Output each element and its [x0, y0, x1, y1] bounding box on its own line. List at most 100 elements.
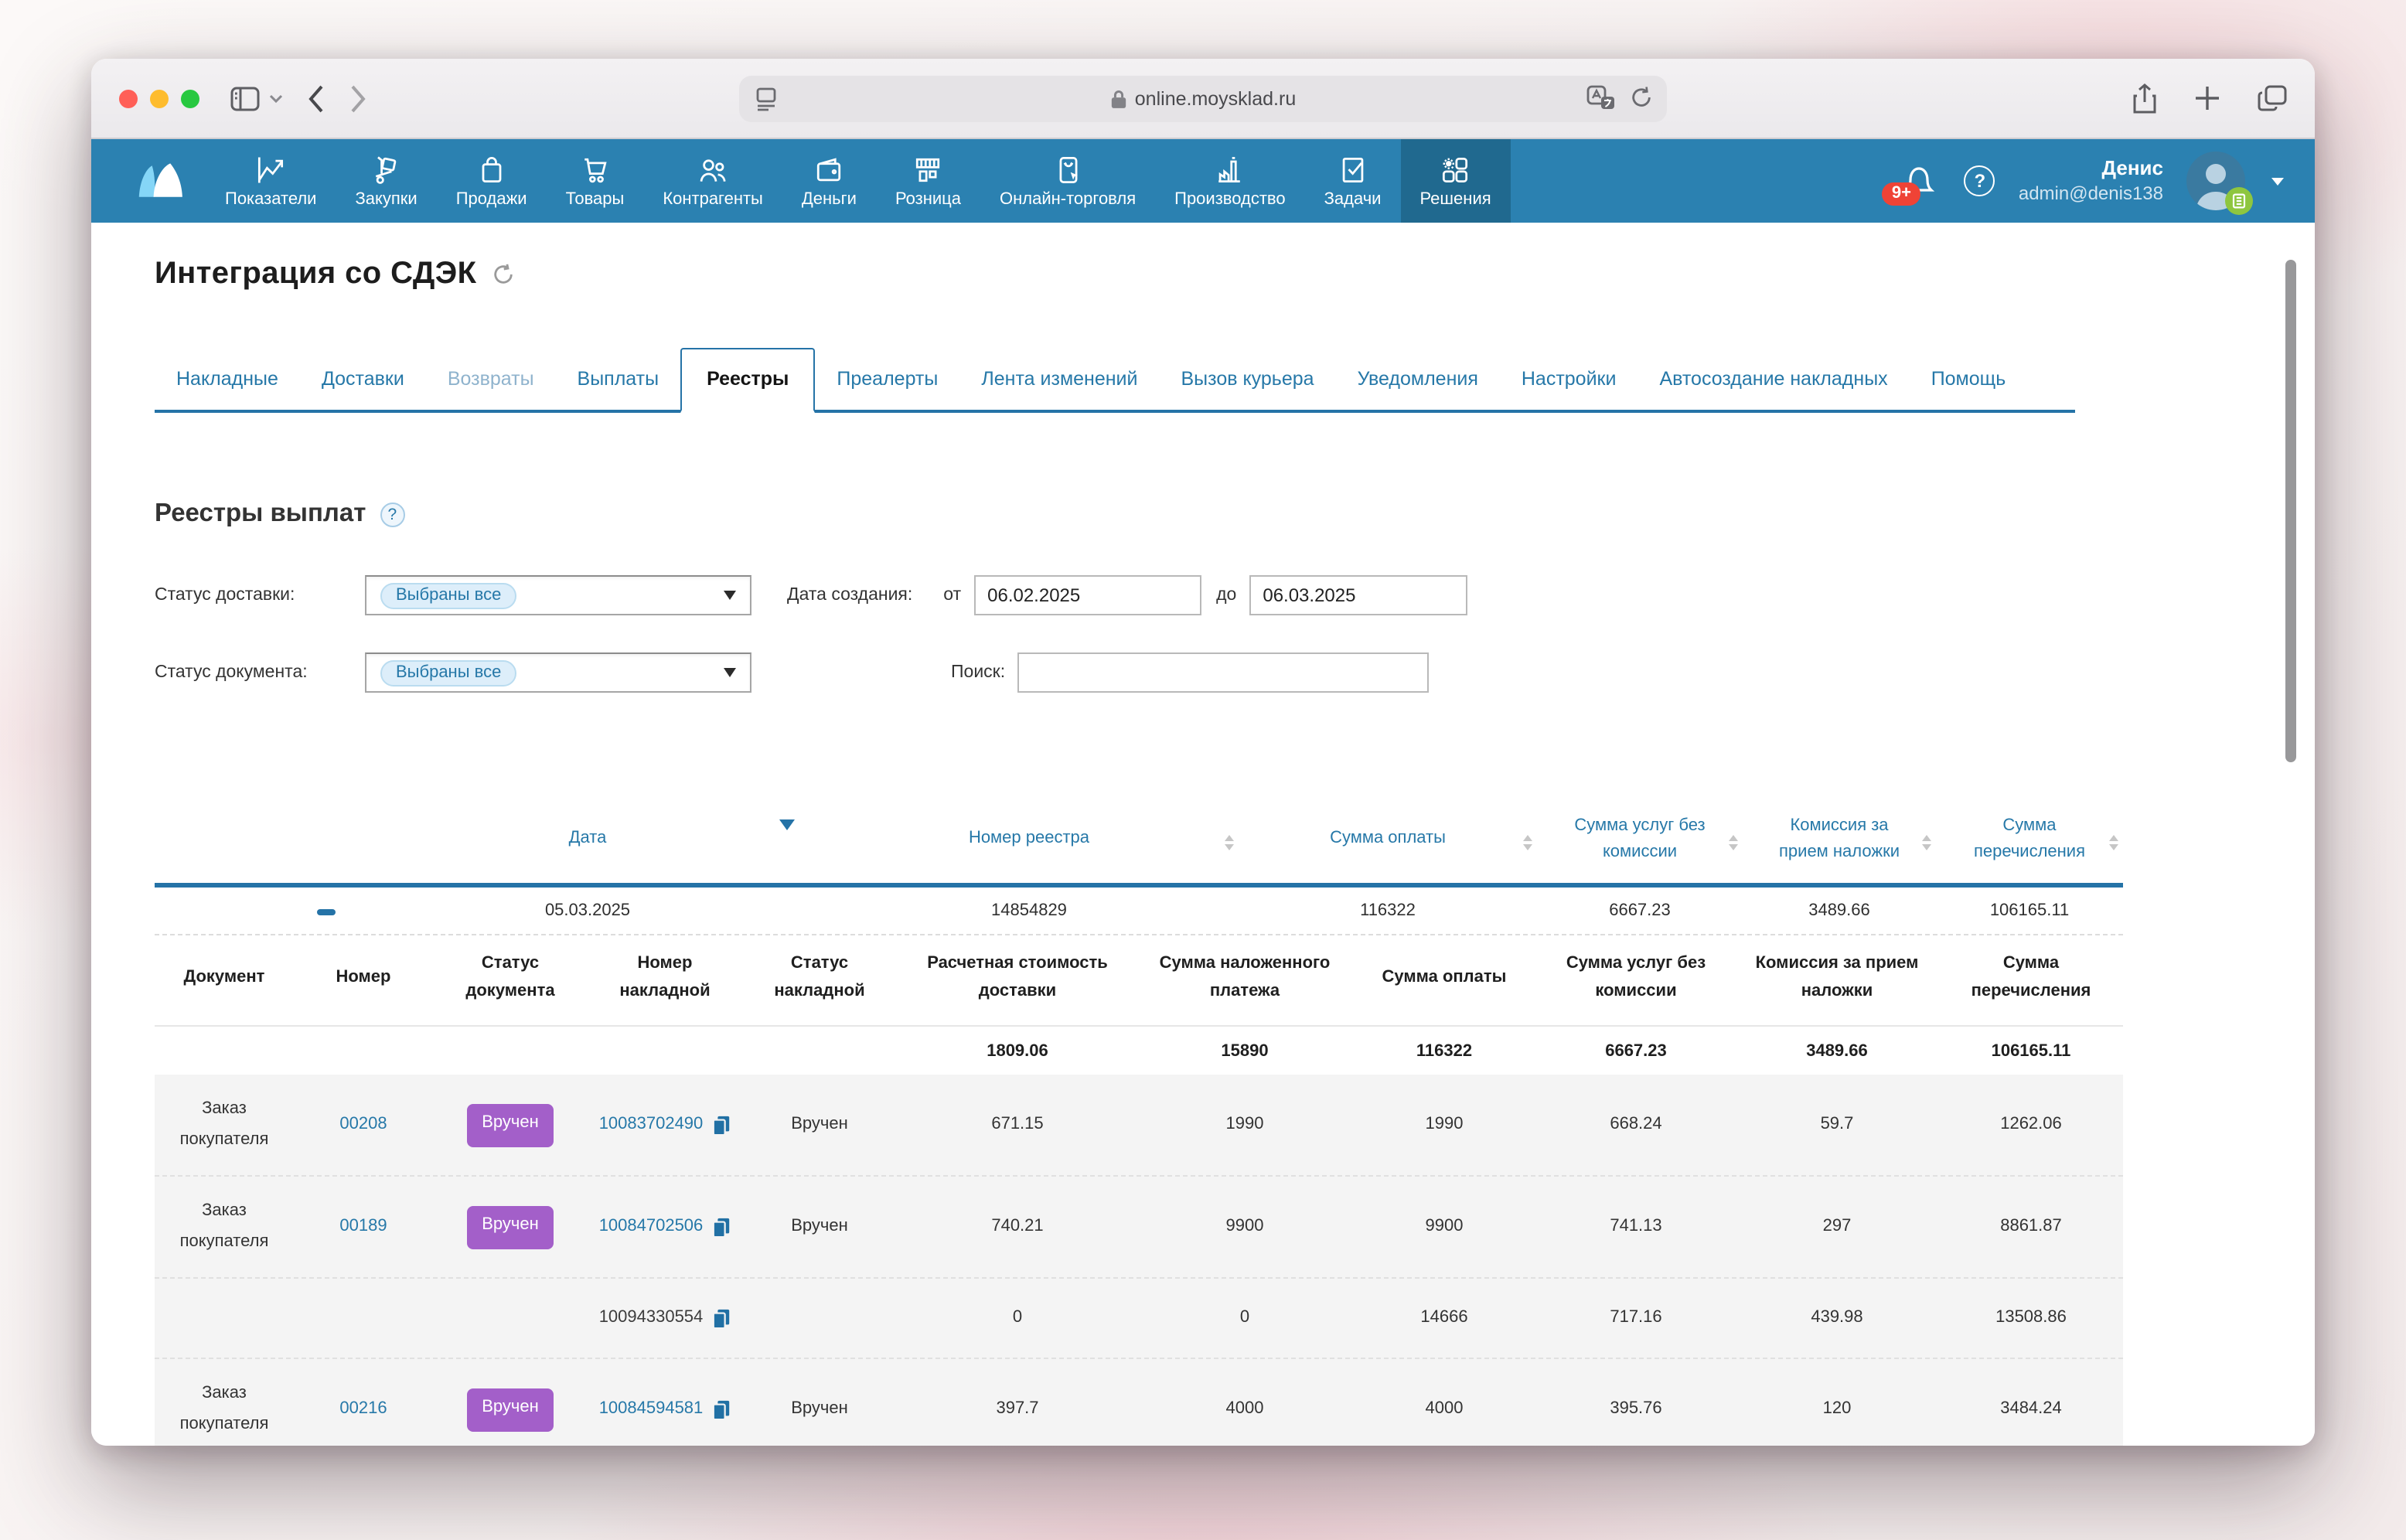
table-row: Заказ покупателя 00216 Вручен 1008459458…	[155, 1359, 2123, 1446]
user-block[interactable]: Денис admin@denis138	[2019, 157, 2163, 206]
copy-icon[interactable]	[711, 1307, 731, 1329]
cell-delivery-cost: 671.15	[897, 1107, 1138, 1144]
share-icon[interactable]	[2132, 83, 2157, 114]
date-created-label: Дата создания:	[787, 586, 912, 605]
delivery-status-select[interactable]: Выбраны все	[365, 575, 751, 615]
cell-commission: 297	[1735, 1209, 1939, 1246]
zoom-window-button[interactable]	[181, 89, 199, 107]
reader-icon[interactable]	[755, 87, 778, 116]
copy-icon[interactable]	[711, 1399, 731, 1420]
tab-reestry[interactable]: Реестры	[680, 348, 815, 413]
forward-button[interactable]	[349, 84, 366, 112]
collapse-group-icon[interactable]	[317, 908, 336, 915]
group-payment-sum: 116322	[1239, 901, 1537, 920]
tab-vyzov-kuryera[interactable]: Вызов курьера	[1160, 368, 1336, 410]
waybill-link[interactable]: 10084702506	[599, 1212, 704, 1243]
section-help-icon[interactable]: ?	[380, 502, 404, 526]
document-status-select[interactable]: Выбраны все	[365, 652, 751, 693]
tab-prealerty[interactable]: Преалерты	[815, 368, 959, 410]
tab-vyplaty[interactable]: Выплаты	[556, 368, 681, 410]
nav-item-zakupki[interactable]: Закупки	[336, 139, 436, 223]
outer-header-transfer-sum[interactable]: Сумма перечисления	[1936, 804, 2123, 883]
tab-vozvraty[interactable]: Возвраты	[426, 368, 556, 410]
delivery-status-label: Статус доставки:	[155, 586, 365, 605]
tab-lenta-izmeneniy[interactable]: Лента изменений	[959, 368, 1159, 410]
lock-icon	[1110, 88, 1127, 110]
nav-item-roznitsa[interactable]: Розница	[876, 139, 980, 223]
inner-header-doc-status: Статус документа	[433, 935, 588, 1025]
inner-header-payment-sum: Сумма оплаты	[1351, 935, 1537, 1025]
search-input[interactable]	[1017, 652, 1429, 693]
tab-dostavki[interactable]: Доставки	[300, 368, 426, 410]
outer-header-commission[interactable]: Комиссия за прием наложки	[1743, 804, 1936, 883]
url: online.moysklad.ru	[1135, 88, 1296, 110]
back-button[interactable]	[308, 84, 325, 112]
totals-commission: 3489.66	[1735, 1041, 1939, 1060]
group-date: 05.03.2025	[356, 901, 820, 920]
refresh-icon[interactable]	[492, 263, 515, 286]
outer-header-registry-number[interactable]: Номер реестра	[820, 804, 1239, 883]
copy-icon[interactable]	[711, 1216, 731, 1238]
user-avatar[interactable]	[2186, 152, 2245, 210]
nav-item-proizvodstvo[interactable]: Производство	[1155, 139, 1304, 223]
cell-waybill-status: Вручен	[742, 1392, 897, 1429]
document-status-label: Статус документа:	[155, 663, 365, 682]
copy-icon[interactable]	[711, 1114, 731, 1136]
nav-item-pokazateli[interactable]: Показатели	[206, 139, 336, 223]
minimize-window-button[interactable]	[150, 89, 169, 107]
new-tab-icon[interactable]	[2194, 85, 2220, 111]
checkbox-icon	[1336, 153, 1370, 187]
help-glyph: ?	[1975, 170, 1986, 192]
nav-item-online-torgovlya[interactable]: Онлайн-торговля	[980, 139, 1155, 223]
tab-nakladnye[interactable]: Накладные	[155, 368, 300, 410]
moysklad-logo[interactable]	[116, 139, 206, 223]
dolly-icon	[370, 153, 404, 187]
date-from-input[interactable]	[973, 575, 1201, 615]
close-window-button[interactable]	[119, 89, 138, 107]
tab-nastroyki[interactable]: Настройки	[1500, 368, 1638, 410]
nav-item-dengi[interactable]: Деньги	[782, 139, 876, 223]
outer-header-payment-sum[interactable]: Сумма оплаты	[1239, 804, 1537, 883]
cell-payment-sum: 1990	[1351, 1107, 1537, 1144]
nav-item-resheniya[interactable]: Решения	[1400, 139, 1510, 223]
help-button[interactable]: ?	[1965, 165, 1995, 196]
inner-header-waybill-number: Номер накладной	[588, 935, 742, 1025]
address-bar[interactable]: online.moysklad.ru	[739, 76, 1667, 122]
people-icon	[696, 153, 730, 187]
nav-item-tovary[interactable]: Товары	[547, 139, 644, 223]
header-label: Сумма перечисления	[1961, 813, 2098, 864]
header-label: Комиссия за прием наложки	[1767, 813, 1911, 864]
collapse-cell	[155, 901, 356, 920]
reload-icon[interactable]	[1630, 85, 1653, 116]
nav-label: Показатели	[225, 190, 316, 209]
url-text-group: online.moysklad.ru	[1110, 88, 1296, 110]
document-number-link[interactable]: 00208	[339, 1115, 387, 1133]
select-caret-icon	[724, 668, 736, 677]
outer-header-date[interactable]: Дата	[356, 804, 820, 883]
status-badge: Вручен	[466, 1206, 554, 1249]
nav-item-prodazhi[interactable]: Продажи	[437, 139, 547, 223]
date-to-input[interactable]	[1249, 575, 1467, 615]
outer-header-services-sum[interactable]: Сумма услуг без комиссии	[1537, 804, 1743, 883]
sort-icon	[1225, 834, 1234, 850]
page-scrollbar[interactable]	[2285, 260, 2296, 762]
waybill-link[interactable]: 10084594581	[599, 1395, 704, 1426]
cell-commission: 59.7	[1735, 1107, 1939, 1144]
tab-pomosch[interactable]: Помощь	[1910, 368, 2028, 410]
waybill-link[interactable]: 10083702490	[599, 1110, 704, 1141]
cell-transfer-sum: 8861.87	[1939, 1209, 2123, 1246]
translate-icon[interactable]	[1586, 85, 1616, 116]
tab-uvedomleniya[interactable]: Уведомления	[1336, 368, 1500, 410]
document-number-link[interactable]: 00216	[339, 1399, 387, 1418]
tab-overview-icon[interactable]	[2258, 85, 2287, 111]
nav-item-kontragenty[interactable]: Контрагенты	[643, 139, 782, 223]
bag-icon	[475, 153, 509, 187]
user-menu-caret-icon[interactable]	[2271, 177, 2284, 185]
tab-avtosozdanie[interactable]: Автосоздание накладных	[1638, 368, 1909, 410]
sidebar-icon[interactable]	[230, 86, 260, 111]
sidebar-chevron-icon[interactable]	[269, 94, 283, 103]
section-header: Реестры выплат ?	[155, 499, 2278, 529]
notifications-button[interactable]: 9+	[1901, 161, 1941, 201]
nav-item-zadachi[interactable]: Задачи	[1305, 139, 1401, 223]
document-number-link[interactable]: 00189	[339, 1217, 387, 1235]
